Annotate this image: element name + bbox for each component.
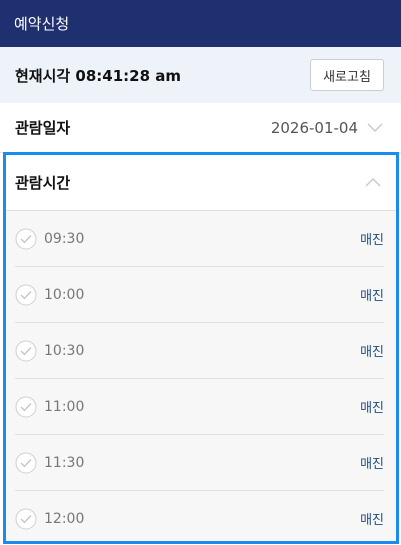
- time-slot-list: 09:30 매진 10:00 매진 10:30 매진 11:00 매진 11:3…: [6, 211, 396, 541]
- time-slot-left: 09:30: [15, 228, 84, 250]
- time-slot-time: 11:30: [44, 454, 85, 471]
- chevron-up-icon[interactable]: [365, 178, 381, 187]
- chevron-down-icon: [367, 123, 383, 132]
- time-slot-status: 매진: [360, 289, 384, 304]
- time-slot-left: 11:00: [15, 396, 84, 418]
- check-circle-icon: [15, 396, 37, 418]
- time-slot-time: 09:30: [44, 230, 85, 247]
- page-title: 예약신청: [14, 15, 70, 33]
- visit-time-panel: 관람시간 09:30 매진 10:00 매진 10:30 매진 11:00 매진…: [3, 152, 399, 544]
- time-slot-left: 11:30: [15, 452, 84, 474]
- visit-date-value: 2026-01-04: [270, 118, 358, 137]
- check-circle-icon: [15, 452, 37, 474]
- time-slot-time: 10:30: [44, 342, 85, 359]
- check-circle-icon: [15, 284, 37, 306]
- current-time-row: 현재시각 08:41:28 am 새로고침: [0, 47, 401, 103]
- time-slot-left: 10:00: [15, 284, 84, 306]
- time-slot-status: 매진: [360, 401, 384, 416]
- visit-date-selector[interactable]: 2026-01-04: [271, 119, 383, 137]
- check-circle-icon: [15, 340, 37, 362]
- visit-date-row[interactable]: 관람일자 2026-01-04: [0, 103, 401, 153]
- time-slot-left: 12:00: [15, 508, 84, 530]
- time-slot-status: 매진: [360, 513, 384, 528]
- visit-date-label: 관람일자: [15, 119, 71, 137]
- time-slot-status: 매진: [360, 233, 384, 248]
- time-slot[interactable]: 11:00 매진: [15, 379, 384, 435]
- time-slot-left: 10:30: [15, 340, 84, 362]
- visit-time-label: 관람시간: [15, 174, 71, 192]
- time-slot[interactable]: 10:00 매진: [15, 267, 384, 323]
- time-slot-time: 10:00: [44, 286, 85, 303]
- time-slot[interactable]: 09:30 매진: [15, 211, 384, 267]
- time-slot[interactable]: 11:30 매진: [15, 435, 384, 491]
- current-time-text: 현재시각 08:41:28 am: [15, 66, 182, 85]
- time-slot-time: 12:00: [44, 510, 85, 527]
- time-slot-status: 매진: [360, 457, 384, 472]
- check-circle-icon: [15, 228, 37, 250]
- visit-time-header[interactable]: 관람시간: [6, 155, 396, 211]
- refresh-button[interactable]: 새로고침: [310, 59, 384, 91]
- time-slot-time: 11:00: [44, 398, 85, 415]
- time-slot[interactable]: 10:30 매진: [15, 323, 384, 379]
- time-slot-status: 매진: [360, 345, 384, 360]
- check-circle-icon: [15, 508, 37, 530]
- time-slot[interactable]: 12:00 매진: [15, 491, 384, 541]
- app-header: 예약신청: [0, 0, 401, 47]
- reservation-app: 예약신청 현재시각 08:41:28 am 새로고침 관람일자 2026-01-…: [0, 0, 401, 545]
